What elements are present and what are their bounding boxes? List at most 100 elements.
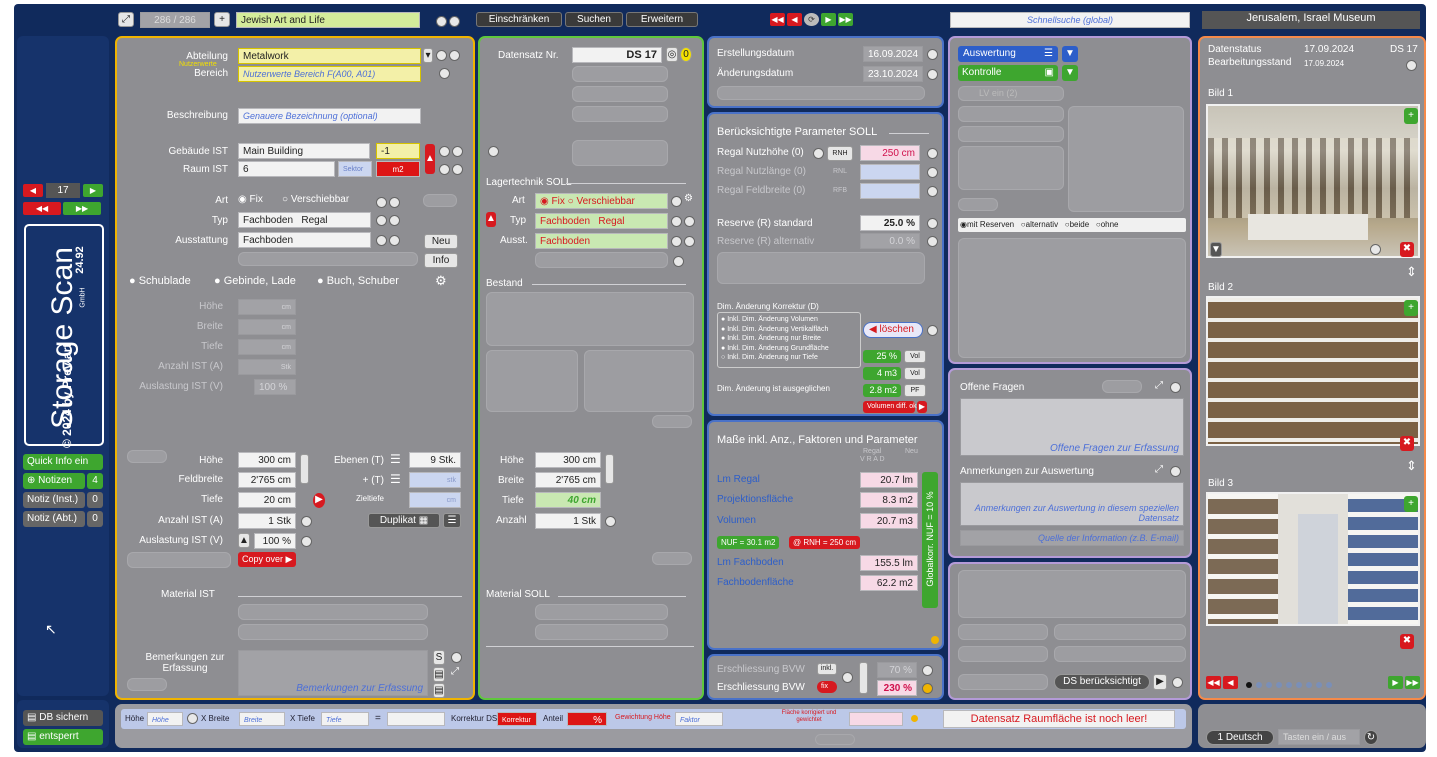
first-image-icon[interactable]: ◀◀: [1206, 676, 1221, 689]
hoehe2-field[interactable]: 300 cm: [238, 452, 296, 468]
rnh-button[interactable]: RNH: [827, 146, 853, 161]
aend-opt[interactable]: [927, 69, 938, 80]
info-button[interactable]: Info: [424, 253, 458, 268]
raum-field[interactable]: 6: [238, 161, 335, 177]
trash-icon[interactable]: ✖: [1400, 242, 1414, 257]
dim-opt-4[interactable]: ● Inkl. Dim. Änderung Grundfläche: [721, 344, 857, 354]
anm-field[interactable]: Anmerkungen zur Auswertung in diesem spe…: [960, 482, 1184, 526]
next-image-icon[interactable]: ▶: [1388, 676, 1403, 689]
image-2[interactable]: [1206, 296, 1420, 446]
typ2-opt-2[interactable]: [684, 216, 695, 227]
image-3[interactable]: [1206, 492, 1420, 626]
last-page-icon[interactable]: ▶▶: [63, 202, 101, 215]
bereich-field[interactable]: Nutzerwerte Bereich F(A00, A01): [238, 66, 421, 82]
typ-field[interactable]: Fachboden Regal: [238, 212, 371, 228]
ds-beruecksichtigt-button[interactable]: DS berücksichtigt: [1054, 674, 1150, 690]
feldbreite-field[interactable]: 2'765 cm: [238, 472, 296, 488]
art-opt-2[interactable]: [389, 197, 400, 208]
material-soll-2[interactable]: [535, 624, 668, 640]
bb-opt[interactable]: [187, 713, 198, 724]
arrow-icon[interactable]: ▶: [313, 493, 325, 508]
art-opt-1[interactable]: [376, 197, 387, 208]
ausst-opt-1[interactable]: [376, 235, 387, 246]
keyboard-icon[interactable]: ↻: [1364, 730, 1378, 745]
hoehe3-field[interactable]: 300 cm: [535, 452, 601, 468]
anzahl-opt[interactable]: [301, 516, 312, 527]
ersch1-field[interactable]: 70 %: [877, 662, 917, 678]
anzahl2-field[interactable]: 1 Stk: [238, 513, 296, 529]
add-image-icon-3[interactable]: +: [1404, 496, 1418, 512]
material-soll-1[interactable]: [535, 604, 668, 620]
sektor-field[interactable]: Sektor: [338, 161, 372, 177]
last-record-icon[interactable]: ▶▶: [838, 13, 853, 26]
loeschen-button[interactable]: ◀ löschen: [863, 322, 923, 338]
ersch2-field[interactable]: 230 %: [877, 680, 917, 696]
last-image-icon[interactable]: ▶▶: [1405, 676, 1420, 689]
first-page-icon[interactable]: ◀◀: [23, 202, 61, 215]
collection-select[interactable]: Jewish Art and Life: [236, 12, 420, 28]
inkl-button[interactable]: inkl.: [817, 663, 837, 675]
doc-icon[interactable]: S: [433, 650, 445, 665]
verschiebbar2-radio[interactable]: ○ Verschiebbar: [568, 196, 635, 207]
ausst2-field[interactable]: Fachboden: [535, 233, 668, 249]
bearb-opt[interactable]: [1406, 60, 1417, 71]
art2-opt[interactable]: [671, 196, 682, 207]
anzahl3-opt[interactable]: [605, 516, 616, 527]
ebenen-field[interactable]: 9 Stk.: [409, 452, 461, 468]
anzahl3-field[interactable]: 1 Stk: [535, 513, 601, 529]
lv-button[interactable]: LV ein (2): [958, 86, 1064, 101]
add-image-icon[interactable]: +: [1404, 108, 1418, 124]
fix2-radio[interactable]: ◉ Fix: [540, 196, 565, 207]
filter-icon-3[interactable]: ▼: [1210, 242, 1222, 257]
raum-opt-2[interactable]: [452, 164, 463, 175]
gebinde-radio[interactable]: ● Gebinde, Lade: [214, 275, 296, 287]
reorder-icon[interactable]: ⇕: [1406, 264, 1417, 280]
trash-icon-3[interactable]: ✖: [1400, 634, 1414, 649]
breite-field[interactable]: cm: [238, 319, 296, 335]
tiefe2-field[interactable]: 20 cm: [238, 492, 296, 508]
prev-page-icon[interactable]: ◀: [23, 184, 43, 197]
gebaeude-field[interactable]: Main Building: [238, 143, 370, 159]
opt-alternativ[interactable]: ○alternativ: [1021, 220, 1058, 229]
image-1[interactable]: [1206, 104, 1420, 258]
bemerk-field[interactable]: Bemerkungen zur Erfassung: [238, 650, 428, 696]
notes-button[interactable]: ⊕ Notizen: [23, 473, 85, 489]
stepper-1[interactable]: [300, 454, 309, 484]
nav-left-2[interactable]: [127, 678, 167, 691]
doc-icon-2[interactable]: ▤: [433, 667, 445, 682]
gear-icon-2[interactable]: ⚙: [684, 193, 693, 204]
bemerk-opt[interactable]: [451, 652, 462, 663]
ersch-opt-3[interactable]: [922, 683, 933, 694]
nutzhoehe-opt-2[interactable]: [927, 148, 938, 159]
play-icon-2[interactable]: ▶: [1153, 674, 1167, 690]
material-field-1[interactable]: [238, 604, 428, 620]
reorder-icon-2[interactable]: ⇕: [1406, 458, 1417, 474]
auslastung-field[interactable]: 100 %: [254, 379, 296, 395]
nav-right-2[interactable]: [652, 552, 692, 565]
material-field-2[interactable]: [238, 624, 428, 640]
erst-opt[interactable]: [927, 49, 938, 60]
image-1-opt[interactable]: [1370, 244, 1381, 255]
reserve-alt-opt[interactable]: [927, 236, 938, 247]
db-save-button[interactable]: ▤ DB sichern: [23, 710, 103, 726]
raum-opt-1[interactable]: [439, 164, 450, 175]
typ-opt-1[interactable]: [376, 215, 387, 226]
bb-hoehe-field[interactable]: Höhe: [147, 712, 183, 726]
copy-over-button[interactable]: Copy over ▶: [238, 552, 296, 567]
anm-opt[interactable]: [1170, 466, 1181, 477]
bereich-opt[interactable]: [439, 68, 450, 79]
ausst2-opt-2[interactable]: [684, 236, 695, 247]
beschreibung-field[interactable]: Genauere Bezeichnung (optional): [238, 108, 421, 124]
search-button[interactable]: Suchen: [565, 12, 623, 27]
fix-radio[interactable]: ◉ Fix: [238, 194, 263, 205]
bb-korrektur-field[interactable]: Korrektur: [497, 712, 537, 726]
opt-ohne[interactable]: ○ohne: [1096, 220, 1119, 229]
neu-button[interactable]: Neu: [424, 234, 458, 249]
expand-icon[interactable]: ⤢: [118, 12, 134, 27]
nav-4[interactable]: [1102, 380, 1142, 393]
vol-button-2[interactable]: Vol: [904, 367, 926, 380]
nutzlaenge-opt[interactable]: [927, 167, 938, 178]
prev-record-icon[interactable]: ◀: [787, 13, 802, 26]
play-icon[interactable]: ▶: [917, 401, 927, 413]
bb-result-field[interactable]: [387, 712, 445, 726]
